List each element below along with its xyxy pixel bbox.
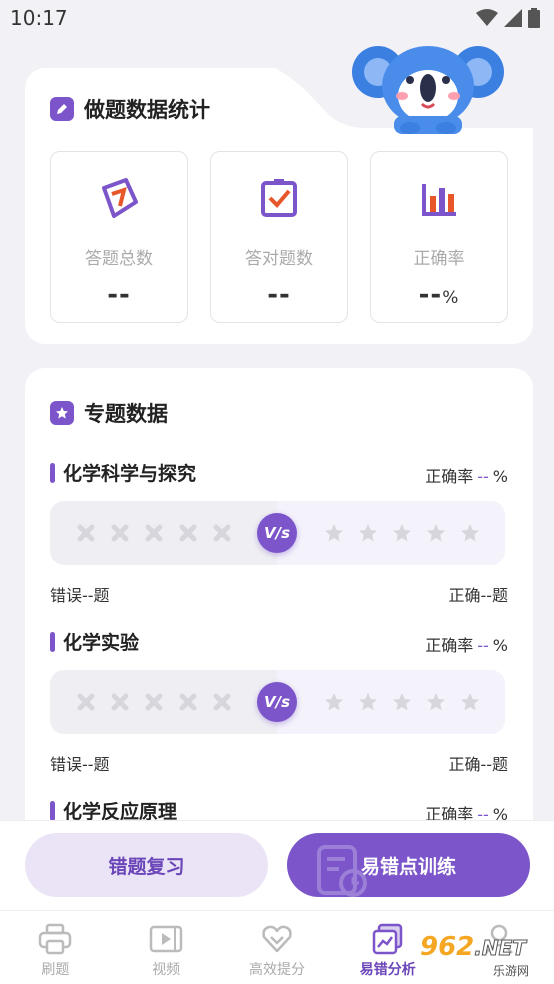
wifi-icon	[476, 9, 498, 26]
wrong-count: 错误--题	[50, 586, 110, 605]
star-icon	[427, 524, 445, 542]
topics-title: 专题数据	[50, 398, 168, 428]
right-marks	[324, 692, 480, 712]
cross-icon	[77, 524, 95, 542]
star-icon	[359, 524, 377, 542]
error-training-label: 易错点训练	[360, 855, 456, 878]
right-count: 正确--题	[448, 586, 508, 605]
star-icon	[427, 693, 445, 711]
stat-value: --	[267, 280, 291, 310]
star-icon	[461, 693, 479, 711]
right-count: 正确--题	[448, 755, 508, 774]
cross-icon	[145, 693, 163, 711]
star-icon	[325, 693, 343, 711]
cross-icon	[77, 693, 95, 711]
stat-total-answers: 答题总数 --	[50, 151, 188, 323]
topic-name: 化学科学与探究	[50, 459, 196, 486]
topic-marker	[50, 631, 55, 652]
koala-mascot-icon	[352, 46, 504, 134]
answer-sheet-icon	[102, 178, 138, 218]
cross-icon	[213, 693, 231, 711]
tab-label: 视频	[152, 962, 181, 978]
stat-label: 答对题数	[245, 249, 313, 269]
chart-icon	[372, 923, 403, 955]
cross-icon	[111, 693, 129, 711]
topic-name: 化学实验	[50, 628, 139, 655]
stat-accuracy: 正确率 --%	[370, 151, 508, 323]
checkbox-icon	[261, 179, 297, 217]
topic-rate: 正确率 --%	[425, 636, 508, 655]
tab-score-boost[interactable]: 高效提分	[222, 911, 333, 984]
printer-icon	[39, 923, 72, 955]
stat-label: 答题总数	[85, 249, 153, 269]
wrong-count: 错误--题	[50, 755, 110, 774]
topic-marker	[50, 462, 55, 483]
cross-icon	[179, 524, 197, 542]
watermark-sub: 乐游网	[490, 962, 533, 979]
cross-icon	[111, 524, 129, 542]
topics-title-text: 专题数据	[84, 402, 168, 426]
wrong-marks	[76, 523, 232, 543]
star-badge-icon	[50, 401, 74, 425]
pencil-badge-icon	[50, 97, 74, 121]
tab-label: 高效提分	[248, 962, 305, 978]
stat-value: --	[107, 280, 131, 310]
action-panel: 错题复习 易错点训练	[0, 820, 554, 910]
error-training-button[interactable]: 易错点训练	[287, 833, 530, 897]
tab-label: 易错分析	[359, 962, 416, 978]
vs-badge: V/s	[257, 682, 297, 722]
watermark-logo: 962.NET	[420, 932, 526, 962]
wrong-marks	[76, 692, 232, 712]
stats-title: 做题数据统计	[50, 94, 210, 124]
wrong-review-button[interactable]: 错题复习	[25, 833, 268, 897]
status-icons	[476, 8, 540, 28]
cross-icon	[145, 524, 163, 542]
battery-icon	[528, 8, 540, 28]
topic-rate: 正确率 --%	[425, 467, 508, 486]
heart-icon	[262, 925, 292, 953]
signal-icon	[504, 9, 522, 27]
tab-video[interactable]: 视频	[111, 911, 222, 984]
star-icon	[461, 524, 479, 542]
stats-title-text: 做题数据统计	[84, 98, 210, 122]
topic-progress-track: V/s	[50, 501, 505, 565]
star-icon	[359, 693, 377, 711]
star-icon	[325, 524, 343, 542]
stat-correct-answers: 答对题数 --	[210, 151, 348, 323]
topic-progress-track: V/s	[50, 670, 505, 734]
bar-chart-icon	[422, 184, 456, 216]
status-bar: 10:17	[0, 0, 554, 36]
star-icon	[393, 693, 411, 711]
tab-practice[interactable]: 刷题	[0, 911, 111, 984]
cross-icon	[179, 693, 197, 711]
cross-icon	[213, 524, 231, 542]
right-marks	[324, 523, 480, 543]
topic-marker	[50, 800, 55, 821]
tab-label: 刷题	[41, 962, 70, 978]
status-time: 10:17	[10, 6, 68, 30]
vs-badge: V/s	[257, 513, 297, 553]
video-icon	[149, 925, 183, 953]
stat-value: --%	[418, 280, 460, 310]
stat-label: 正确率	[413, 249, 465, 269]
star-icon	[393, 524, 411, 542]
